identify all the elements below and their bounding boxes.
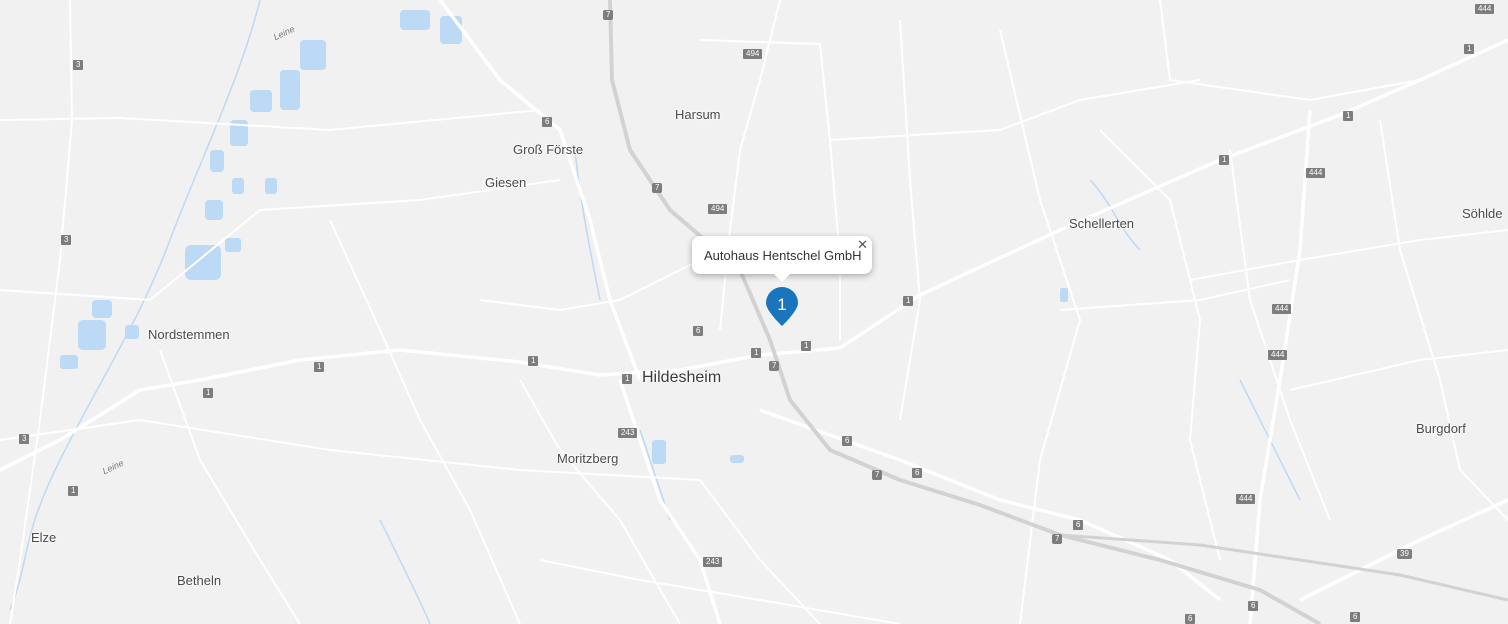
place-moritzberg: Moritzberg <box>557 451 619 466</box>
road-shield-444: 444 <box>1236 494 1256 504</box>
road-shield-444: 444 <box>1272 304 1292 314</box>
close-icon[interactable]: ✕ <box>857 237 868 253</box>
road-shield-6: 6 <box>1350 612 1361 622</box>
road-shield-a7: 7 <box>1052 534 1063 544</box>
place-burgdorf: Burgdorf <box>1416 421 1466 436</box>
road-shield-6: 6 <box>693 326 704 336</box>
road-shield-a7: 7 <box>603 10 614 20</box>
road-shield-1: 1 <box>68 486 79 496</box>
road-shield-3: 3 <box>61 235 72 245</box>
place-giesen: Giesen <box>485 175 527 190</box>
location-marker[interactable]: 1 <box>765 287 799 327</box>
road-shield-6: 6 <box>842 436 853 446</box>
info-popup: Autohaus Hentschel GmbH ✕ <box>692 236 872 282</box>
map-canvas[interactable]: Hildesheim Harsum Groß Förste Giesen Sch… <box>0 0 1508 624</box>
road-shield-444: 444 <box>1268 350 1288 360</box>
road-shield-243: 243 <box>703 557 723 567</box>
road-shield-494: 494 <box>743 49 763 59</box>
road-shield-444: 444 <box>1475 4 1495 14</box>
road-shield-1: 1 <box>528 356 539 366</box>
road-shield-494: 494 <box>708 204 728 214</box>
popup-title: Autohaus Hentschel GmbH <box>704 248 862 263</box>
road-shield-1: 1 <box>203 388 214 398</box>
road-shield-a7: 7 <box>652 183 663 193</box>
road-shield-6: 6 <box>1248 601 1259 611</box>
place-harsum: Harsum <box>675 107 721 122</box>
road-shield-1: 1 <box>622 374 633 384</box>
place-gross-foerste: Groß Förste <box>513 142 584 157</box>
place-elze: Elze <box>31 530 57 545</box>
place-betheln: Betheln <box>177 573 222 588</box>
road-shield-1: 1 <box>1343 111 1354 121</box>
road-shield-1: 1 <box>751 348 762 358</box>
marker-label: 1 <box>777 295 787 314</box>
road-shield-a39: 39 <box>1397 549 1412 559</box>
place-hildesheim: Hildesheim <box>642 369 722 386</box>
road-shield-3: 3 <box>73 60 84 70</box>
place-schellerten: Schellerten <box>1069 216 1135 231</box>
road-shield-1: 1 <box>1464 44 1475 54</box>
road-shield-6: 6 <box>1073 520 1084 530</box>
road-shield-a7: 7 <box>872 470 883 480</box>
road-shield-1: 1 <box>314 362 325 372</box>
road-shield-a7: 7 <box>769 361 780 371</box>
road-shield-243: 243 <box>618 428 638 438</box>
road-shield-1: 1 <box>1219 155 1230 165</box>
motorway-a7-east <box>1059 533 1508 602</box>
road-shield-444: 444 <box>1306 168 1326 178</box>
road-shield-6: 6 <box>542 117 553 127</box>
road-shield-1: 1 <box>801 341 812 351</box>
road-shield-1: 1 <box>903 296 914 306</box>
place-soehlde: Söhlde <box>1462 206 1503 221</box>
road-shield-6: 6 <box>1185 614 1196 624</box>
road-shield-6: 6 <box>912 468 923 478</box>
road-shield-3: 3 <box>19 434 30 444</box>
place-nordstemmen: Nordstemmen <box>148 327 230 342</box>
